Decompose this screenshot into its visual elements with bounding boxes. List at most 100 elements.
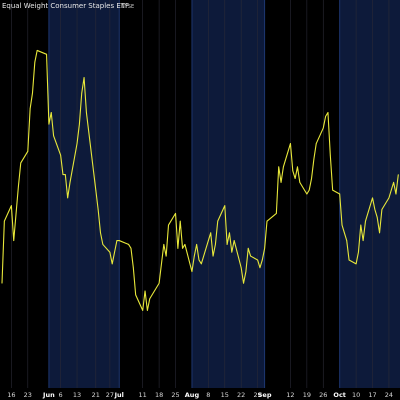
data-point: [329, 154, 331, 156]
data-point: [290, 143, 291, 144]
data-point: [397, 174, 399, 176]
data-point: [32, 92, 33, 94]
data-point: [339, 193, 341, 195]
data-point: [388, 197, 390, 199]
x-tick-label: Sep: [258, 391, 272, 399]
data-point: [348, 259, 350, 261]
data-point: [161, 263, 162, 265]
x-tick-label: 6: [59, 391, 63, 399]
data-point: [184, 244, 186, 245]
data-point: [20, 162, 22, 164]
data-point: [390, 189, 392, 191]
data-point: [266, 220, 268, 222]
data-point: [144, 290, 146, 292]
data-point: [243, 282, 244, 284]
data-point: [78, 123, 80, 125]
data-point: [62, 174, 64, 176]
x-tick-label: Aug: [185, 391, 200, 399]
data-point: [280, 181, 282, 183]
data-point: [355, 263, 357, 265]
data-point: [114, 251, 115, 253]
data-point: [299, 181, 301, 183]
x-tick-label: 21: [92, 391, 100, 399]
data-point: [128, 244, 130, 245]
data-point: [27, 150, 29, 152]
data-point: [158, 282, 160, 284]
data-point: [297, 166, 298, 168]
data-point: [346, 240, 348, 241]
data-point: [212, 255, 214, 257]
month-bands: [48, 0, 400, 388]
month-band-aug: [191, 0, 265, 388]
x-tick-label: 11: [139, 391, 147, 399]
data-point: [1, 282, 3, 284]
data-point: [250, 255, 251, 257]
data-point: [379, 232, 380, 234]
data-point: [48, 123, 50, 125]
month-band-oct: [339, 0, 400, 388]
x-tick-label: 24: [385, 391, 393, 399]
data-point: [111, 263, 113, 265]
data-point: [393, 181, 395, 183]
data-point: [67, 197, 69, 199]
data-point: [372, 197, 373, 199]
data-point: [226, 244, 228, 245]
data-point: [60, 154, 62, 156]
data-point: [215, 244, 216, 245]
data-point: [130, 247, 132, 249]
data-point: [146, 310, 148, 311]
data-point: [261, 259, 263, 261]
data-point: [97, 209, 99, 210]
data-point: [135, 294, 137, 296]
x-tick-label: 23: [24, 391, 32, 399]
x-tick-label: 15: [221, 391, 229, 399]
data-point: [233, 240, 235, 241]
data-point: [245, 271, 247, 272]
chart-title: Equal Weight Consumer Staples ETF: [2, 2, 129, 10]
x-tick-label: 19: [303, 391, 311, 399]
data-point: [29, 108, 31, 110]
x-tick-label: Jun: [42, 391, 55, 399]
x-tick-label: 10: [352, 391, 360, 399]
data-point: [116, 240, 118, 241]
data-point: [109, 251, 111, 253]
data-point: [102, 244, 104, 245]
data-point: [322, 127, 324, 129]
data-point: [95, 189, 97, 191]
data-point: [343, 232, 345, 234]
data-point: [83, 77, 85, 78]
data-point: [163, 244, 165, 245]
data-point: [118, 240, 120, 241]
x-tick-label: 17: [368, 391, 376, 399]
data-point: [196, 244, 198, 245]
data-point: [315, 143, 317, 144]
price-chart: 16 23 Jun 6 13 21 27 Jul 11 18 25 Aug 8 15 22 29Sep 12 19…: [0, 0, 400, 400]
data-point: [100, 232, 101, 234]
data-point: [294, 178, 296, 179]
data-point: [142, 310, 144, 311]
data-point: [81, 92, 83, 94]
data-point: [182, 247, 183, 249]
data-point: [10, 205, 12, 207]
data-point: [360, 224, 362, 226]
data-point: [231, 251, 233, 253]
data-point: [306, 193, 308, 195]
exchange-label: NYSE: [121, 4, 134, 10]
data-point: [264, 247, 266, 249]
x-tick-label: 8: [206, 391, 210, 399]
data-point: [229, 232, 230, 234]
data-point: [175, 213, 176, 214]
data-point: [381, 209, 383, 210]
data-point: [13, 240, 15, 241]
data-point: [15, 213, 17, 214]
data-point: [179, 220, 181, 222]
data-point: [165, 255, 167, 257]
x-tick-label: 12: [286, 391, 294, 399]
data-point: [200, 263, 202, 265]
data-point: [198, 259, 200, 261]
data-point: [50, 112, 52, 113]
data-point: [3, 220, 5, 222]
x-tick-label: 27: [106, 391, 114, 399]
data-point: [168, 224, 169, 226]
data-point: [217, 220, 219, 222]
